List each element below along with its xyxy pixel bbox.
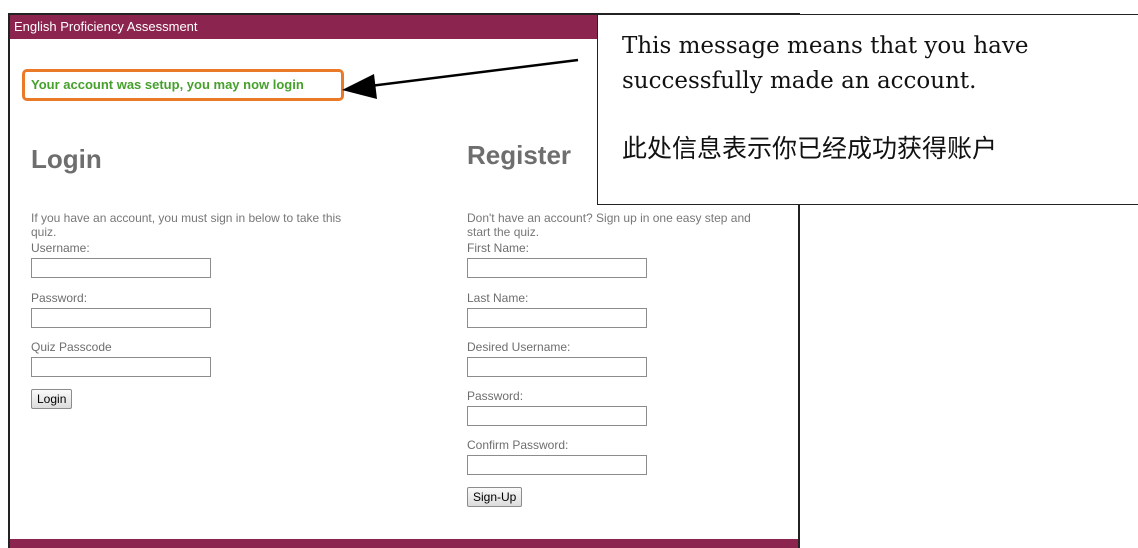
callout-arrow-icon xyxy=(342,58,579,99)
